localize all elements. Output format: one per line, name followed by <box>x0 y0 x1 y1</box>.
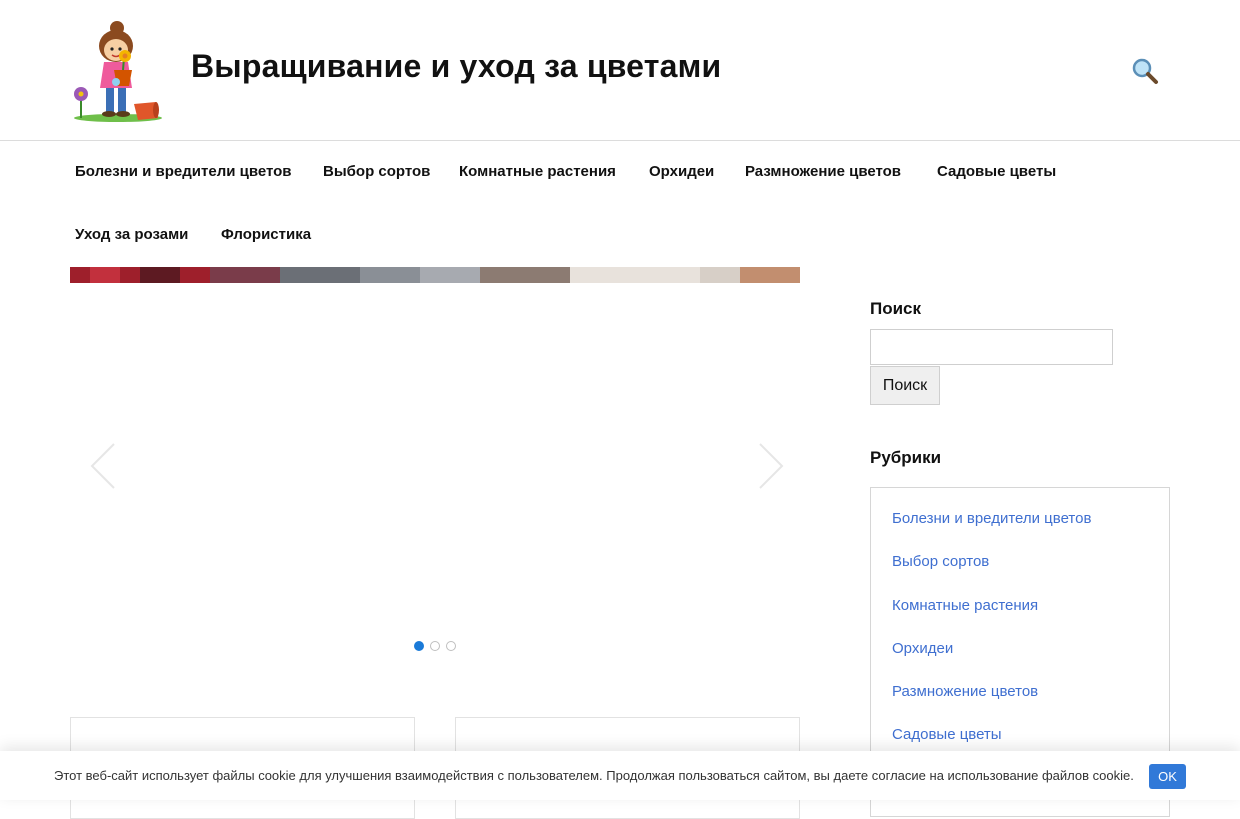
nav-item-propagation[interactable]: Размножение цветов <box>745 163 901 180</box>
slider-dot[interactable] <box>446 641 456 651</box>
nav-item-houseplants[interactable]: Комнатные растения <box>459 163 616 180</box>
category-link-propagation[interactable]: Размножение цветов <box>892 683 1038 700</box>
chevron-right-icon[interactable] <box>750 441 790 491</box>
nav-item-varieties[interactable]: Выбор сортов <box>323 163 430 180</box>
search-input[interactable] <box>870 329 1113 365</box>
featured-slider <box>70 267 800 667</box>
nav-item-orchids[interactable]: Орхидеи <box>649 163 714 180</box>
slide-image[interactable] <box>70 267 800 283</box>
search-widget-title: Поиск <box>870 299 922 318</box>
chevron-left-icon[interactable] <box>84 441 124 491</box>
category-link-houseplants[interactable]: Комнатные растения <box>892 597 1038 614</box>
girl-with-flower-pot-logo[interactable] <box>72 18 164 122</box>
nav-item-diseases[interactable]: Болезни и вредители цветов <box>75 163 292 180</box>
categories-widget-title: Рубрики <box>870 448 942 467</box>
search-icon[interactable] <box>1128 54 1162 88</box>
category-link-orchids[interactable]: Орхидеи <box>892 640 953 657</box>
nav-item-garden-flowers[interactable]: Садовые цветы <box>937 163 1056 180</box>
slider-dot[interactable] <box>414 641 424 651</box>
category-link-garden-flowers[interactable]: Садовые цветы <box>892 726 1002 743</box>
nav-item-roses[interactable]: Уход за розами <box>75 226 188 243</box>
category-link-varieties[interactable]: Выбор сортов <box>892 553 989 570</box>
site-title[interactable]: Выращивание и уход за цветами <box>191 48 721 85</box>
cookie-ok-button[interactable]: OK <box>1149 764 1186 789</box>
search-button[interactable]: Поиск <box>870 366 940 405</box>
site-header: Выращивание и уход за цветами <box>0 0 1240 141</box>
nav-item-floristry[interactable]: Флористика <box>221 226 311 243</box>
slider-dot[interactable] <box>430 641 440 651</box>
cookie-notice: Этот веб-сайт использует файлы cookie дл… <box>0 751 1240 800</box>
cookie-notice-text: Этот веб-сайт использует файлы cookie дл… <box>54 768 1134 783</box>
category-link-diseases[interactable]: Болезни и вредители цветов <box>892 510 1091 527</box>
